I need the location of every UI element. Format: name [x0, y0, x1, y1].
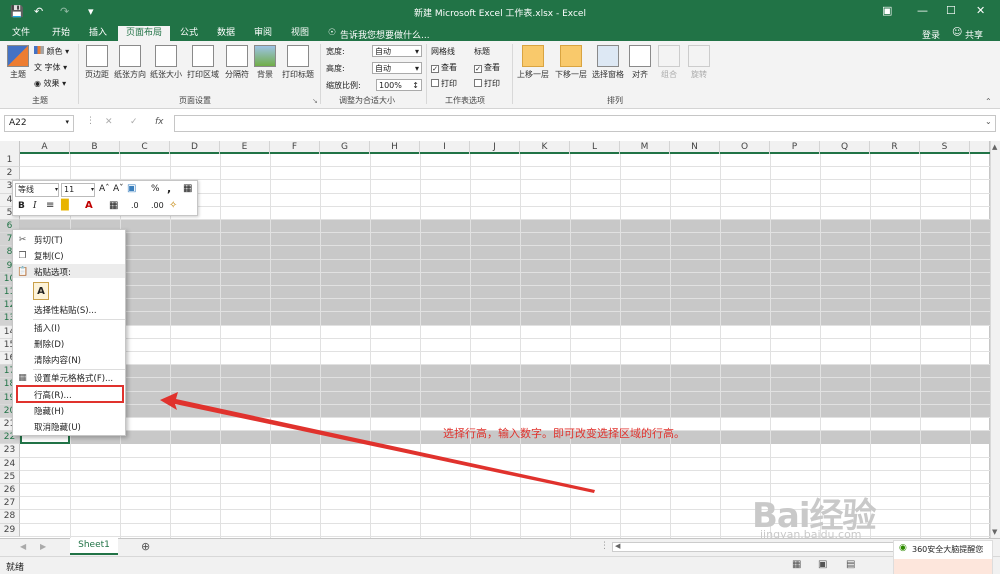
sheet-tab-sheet1[interactable]: Sheet1: [70, 538, 118, 555]
notification-text: 360安全大脑提醒您: [912, 545, 984, 554]
new-sheet-icon[interactable]: ⊕: [141, 540, 150, 553]
arrow-shape: [160, 392, 595, 493]
next-sheet-icon[interactable]: ▶: [40, 542, 46, 551]
normal-view-icon[interactable]: ▦: [792, 559, 801, 570]
annotation-text: 选择行高，输入数字。即可改变选择区域的行高。: [443, 427, 685, 440]
excel-window: 💾 ↶ ↷ ▾ 新建 Microsoft Excel 工作表.xlsx - Ex…: [0, 0, 1000, 574]
notification-popup[interactable]: ◉ 360安全大脑提醒您: [893, 540, 993, 574]
page-break-view-icon[interactable]: ▤: [846, 559, 855, 570]
status-ready: 就绪: [6, 563, 25, 573]
prev-sheet-icon[interactable]: ◀: [20, 542, 26, 551]
status-bar: 就绪 ▦ ▣ ▤: [0, 556, 1000, 574]
shield-icon: ◉: [899, 543, 907, 553]
sheet-tab-bar: ◀ ▶ Sheet1 ⊕ ⋮ ◀: [0, 538, 1000, 556]
horizontal-scrollbar[interactable]: ◀: [612, 542, 897, 552]
notification-body: [894, 559, 992, 574]
page-layout-view-icon[interactable]: ▣: [818, 559, 827, 570]
scroll-left-icon[interactable]: ◀: [615, 542, 620, 550]
tab-split-icon[interactable]: ⋮: [600, 541, 609, 551]
